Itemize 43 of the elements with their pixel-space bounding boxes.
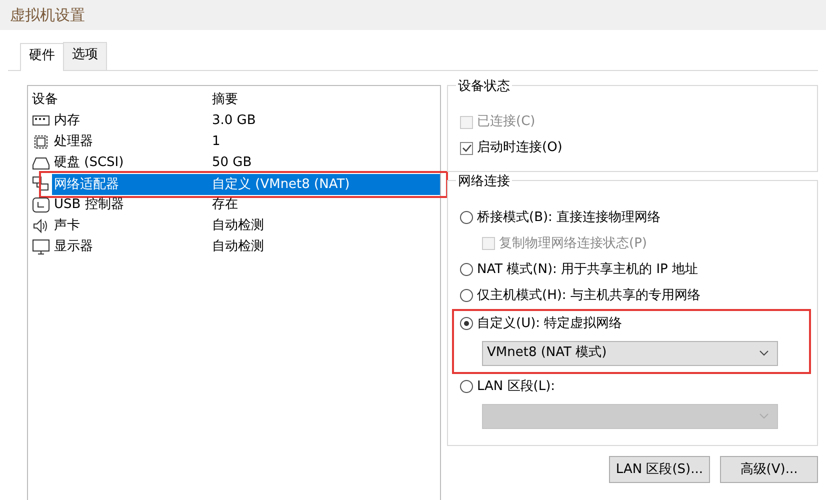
checkbox[interactable] bbox=[460, 142, 473, 154]
radio-button[interactable] bbox=[460, 263, 473, 276]
radio-button[interactable] bbox=[460, 380, 473, 393]
device-name[interactable]: USB 控制器 bbox=[52, 195, 126, 215]
radio-button[interactable] bbox=[460, 289, 473, 302]
radio-label: 桥接模式(B): 直接连接物理网络 bbox=[477, 208, 661, 227]
radio-label: 仅主机模式(H): 与主机共享的专用网络 bbox=[477, 286, 700, 305]
dropdown[interactable]: VMnet8 (NAT 模式) bbox=[482, 340, 778, 366]
button[interactable]: LAN 区段(S)... bbox=[608, 456, 710, 483]
caret-icon bbox=[759, 413, 769, 419]
usb-icon bbox=[32, 196, 50, 214]
tab[interactable]: 硬件 bbox=[20, 43, 64, 70]
button[interactable]: 高级(V)... bbox=[720, 456, 818, 483]
caret-icon bbox=[759, 350, 769, 356]
tab[interactable]: 选项 bbox=[63, 42, 107, 70]
device-name[interactable]: 内存 bbox=[52, 111, 82, 131]
device-summary: 1 bbox=[211, 133, 222, 152]
device-name[interactable]: 处理器 bbox=[52, 132, 95, 152]
radio-label: NAT 模式(N): 用于共享主机的 IP 地址 bbox=[477, 260, 698, 279]
monitor-icon bbox=[32, 238, 50, 256]
radio-button[interactable] bbox=[460, 211, 473, 224]
device-name[interactable]: 显示器 bbox=[52, 237, 95, 257]
device-summary: 50 GB bbox=[211, 154, 253, 172]
device-summary: 自动检测 bbox=[211, 238, 265, 256]
radio-label: LAN 区段(L): bbox=[477, 378, 556, 396]
device-summary: 存在 bbox=[211, 196, 239, 214]
device-name[interactable]: 硬盘 (SCSI) bbox=[52, 153, 126, 173]
column-header: 摘要 bbox=[211, 91, 239, 110]
checkbox-label: 启动时连接(O) bbox=[477, 139, 562, 158]
window-title: 虚拟机设置 bbox=[0, 0, 826, 30]
device-name[interactable]: 网络适配器 bbox=[52, 174, 210, 194]
radio-label: 自定义(U): 特定虚拟网络 bbox=[477, 314, 622, 333]
column-header: 设备 bbox=[32, 91, 59, 110]
radio-button[interactable] bbox=[460, 317, 473, 330]
device-summary: 自定义 (VMnet8 (NAT) bbox=[210, 174, 440, 194]
checkbox-label: 复制物理网络连接状态(P) bbox=[499, 234, 647, 253]
device-name[interactable]: 声卡 bbox=[52, 216, 82, 236]
chip-icon bbox=[32, 133, 50, 151]
device-summary: 3.0 GB bbox=[211, 112, 257, 130]
network-icon bbox=[32, 175, 50, 193]
speaker-icon bbox=[32, 217, 50, 235]
device-summary: 自动检测 bbox=[211, 217, 265, 236]
checkbox-label: 已连接(C) bbox=[477, 113, 536, 132]
